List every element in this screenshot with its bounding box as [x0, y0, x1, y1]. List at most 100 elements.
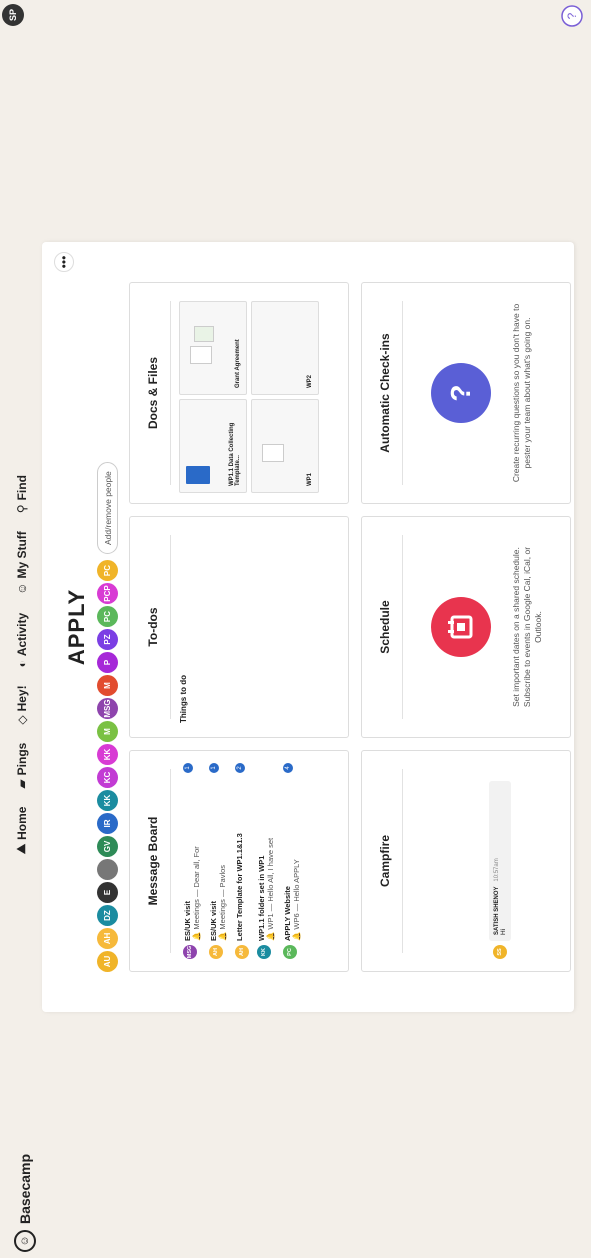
message-item[interactable]: AH Letter Template for WP1.1&1.3 2	[231, 751, 253, 971]
unread-count-badge: 2	[235, 763, 245, 773]
person-avatar[interactable]: PC	[97, 606, 118, 627]
message-board-title: Message Board	[146, 816, 160, 906]
message-body: APPLY Website 🔔 WP6 — Hello APPLY	[283, 777, 301, 941]
message-item[interactable]: KK WP1.1 folder set in WP1 🔔 WP1 — Hello A…	[253, 751, 279, 971]
people-row: AU AH DZ E GV IR KK KC KK M MSG M P PZ PC PCP PC Add/remo…	[97, 462, 118, 972]
person-avatar[interactable]: GV	[97, 836, 118, 857]
nav-hey[interactable]: ◇ Hey!	[15, 685, 29, 724]
message-excerpt: 🔔 WP1 — Hello All, I have set	[266, 837, 275, 941]
message-board-card[interactable]: Message Board MSG ES/UK visit 🔔 Meetings —…	[129, 750, 349, 972]
unread-count-badge: 4	[283, 763, 293, 773]
person-avatar[interactable]: AH	[97, 928, 118, 949]
unread-count-badge: 1	[183, 763, 193, 773]
nav-hey-label: Hey!	[14, 685, 29, 712]
pings-icon: ▰	[14, 779, 29, 789]
message-item[interactable]: MSG ES/UK visit 🔔 Meetings — Dear all, For…	[179, 751, 205, 971]
divider	[402, 301, 403, 485]
doc-name: Grant Agreement	[235, 339, 242, 388]
schedule-blurb: Set important dates on a shared schedule…	[511, 546, 544, 708]
doc-tile[interactable]: WP1.1 Data Collecting Template...	[179, 399, 247, 493]
my-stuff-icon: ☺	[14, 582, 29, 595]
brand-name: Basecamp	[17, 1153, 33, 1224]
basecamp-logo-icon: ☺	[14, 1230, 36, 1252]
avatar: PC	[283, 945, 297, 959]
checkins-card[interactable]: Automatic Check-ins ? Create recurring q…	[361, 282, 571, 504]
person-avatar[interactable]: KC	[97, 767, 118, 788]
campfire-title: Campfire	[378, 835, 392, 888]
person-avatar[interactable]: M	[97, 675, 118, 696]
chat-line: SS SATISH SHENOY 10:57am Hi	[483, 751, 517, 971]
todos-card[interactable]: To-dos Things to do	[129, 516, 349, 738]
message-excerpt: 🔔 Meetings — Dear all, For	[192, 846, 201, 941]
message-title: WP1.1 folder set in WP1	[257, 855, 266, 941]
avatar: AH	[209, 945, 223, 959]
help-button[interactable]: ?	[560, 4, 589, 28]
main-menu: ⛰ Home ▰ Pings ◇ Hey! ◐ Activity ☺ My St…	[14, 475, 29, 854]
avatar: AH	[235, 945, 249, 959]
person-avatar[interactable]: KK	[97, 790, 118, 811]
my-avatar[interactable]: SP	[2, 4, 24, 26]
project-card: ••• APPLY AU AH DZ E GV IR KK KC KK M MSG M P PZ PC PCP…	[42, 242, 574, 1012]
message-item[interactable]: AH ES/UK visit 🔔 Meetings — Pavlos 1	[205, 751, 231, 971]
todo-list-title[interactable]: Things to do	[171, 517, 196, 737]
person-avatar[interactable]: PC	[97, 560, 118, 581]
person-avatar[interactable]: E	[97, 882, 118, 903]
avatar: KK	[257, 945, 271, 959]
chat-message: Hi	[500, 928, 507, 935]
person-avatar[interactable]: KK	[97, 744, 118, 765]
message-title: ES/UK visit	[183, 900, 192, 941]
message-title: APPLY Website	[283, 886, 292, 941]
folder-tile[interactable]: WP2	[251, 301, 319, 395]
nav-home[interactable]: ⛰ Home	[14, 807, 29, 854]
person-avatar[interactable]	[97, 859, 118, 880]
docs-card[interactable]: Docs & Files WP1.1 Data Collecting Templ…	[129, 282, 349, 504]
unread-count-badge: 1	[209, 763, 219, 773]
nav-find[interactable]: ⚲ Find	[15, 475, 29, 513]
person-avatar[interactable]: DZ	[97, 905, 118, 926]
nav-pings[interactable]: ▰ Pings	[15, 743, 29, 789]
chat-bubble: SATISH SHENOY 10:57am Hi	[489, 781, 511, 941]
message-item[interactable]: PC APPLY Website 🔔 WP6 — Hello APPLY 4	[279, 751, 305, 971]
campfire-card[interactable]: Campfire SS SATISH SHENOY 10:57am Hi	[361, 750, 571, 972]
docs-tiles: WP1.1 Data Collecting Template... Grant …	[171, 283, 327, 503]
person-avatar[interactable]: MSG	[97, 698, 118, 719]
home-icon: ⛰	[14, 843, 28, 854]
app-stage: ☺ Basecamp ⛰ Home ▰ Pings ◇ Hey! ◐ Activ…	[0, 0, 591, 1258]
nav-activity[interactable]: ◐ Activity	[15, 613, 29, 668]
brand[interactable]: ☺ Basecamp	[14, 1154, 36, 1252]
folder-tile[interactable]: WP1	[251, 399, 319, 493]
docs-title: Docs & Files	[146, 356, 160, 430]
person-avatar[interactable]: M	[97, 721, 118, 742]
chat-time: 10:57am	[494, 858, 500, 882]
doc-tile[interactable]: Grant Agreement	[179, 301, 247, 395]
avatar: MSG	[183, 945, 197, 959]
person-avatar[interactable]: PZ	[97, 629, 118, 650]
schedule-title: Schedule	[378, 600, 392, 654]
nav-my-stuff[interactable]: ☺ My Stuff	[15, 531, 29, 595]
nav-activity-label: Activity	[14, 612, 29, 657]
chat-author: SATISH SHENOY	[494, 886, 500, 935]
activity-icon: ◐	[14, 660, 29, 668]
add-remove-people-button[interactable]: Add/remove people	[97, 462, 118, 554]
avatar: SS	[493, 945, 507, 959]
schedule-card[interactable]: Schedule Set important dates on a shared…	[361, 516, 571, 738]
person-avatar[interactable]: P	[97, 652, 118, 673]
checkins-title: Automatic Check-ins	[378, 333, 392, 453]
person-avatar[interactable]: AU	[97, 951, 118, 972]
divider	[402, 535, 403, 719]
help-icon: ?	[561, 5, 583, 27]
message-body: ES/UK visit 🔔 Meetings — Pavlos	[209, 777, 227, 941]
person-avatar[interactable]: PCP	[97, 583, 118, 604]
message-body: ES/UK visit 🔔 Meetings — Dear all, For	[183, 777, 201, 941]
message-excerpt: 🔔 WP6 — Hello APPLY	[292, 859, 301, 941]
calendar-glyph	[448, 615, 473, 639]
nav-find-label: Find	[14, 475, 29, 501]
message-title: ES/UK visit	[209, 900, 218, 941]
message-body: WP1.1 folder set in WP1 🔔 WP1 — Hello All…	[257, 763, 275, 941]
message-body: Letter Template for WP1.1&1.3	[235, 777, 244, 941]
hey-icon: ◇	[14, 715, 29, 725]
question-icon: ?	[431, 363, 491, 423]
message-excerpt: 🔔 Meetings — Pavlos	[218, 864, 227, 941]
project-title: APPLY	[64, 588, 89, 666]
person-avatar[interactable]: IR	[97, 813, 118, 834]
